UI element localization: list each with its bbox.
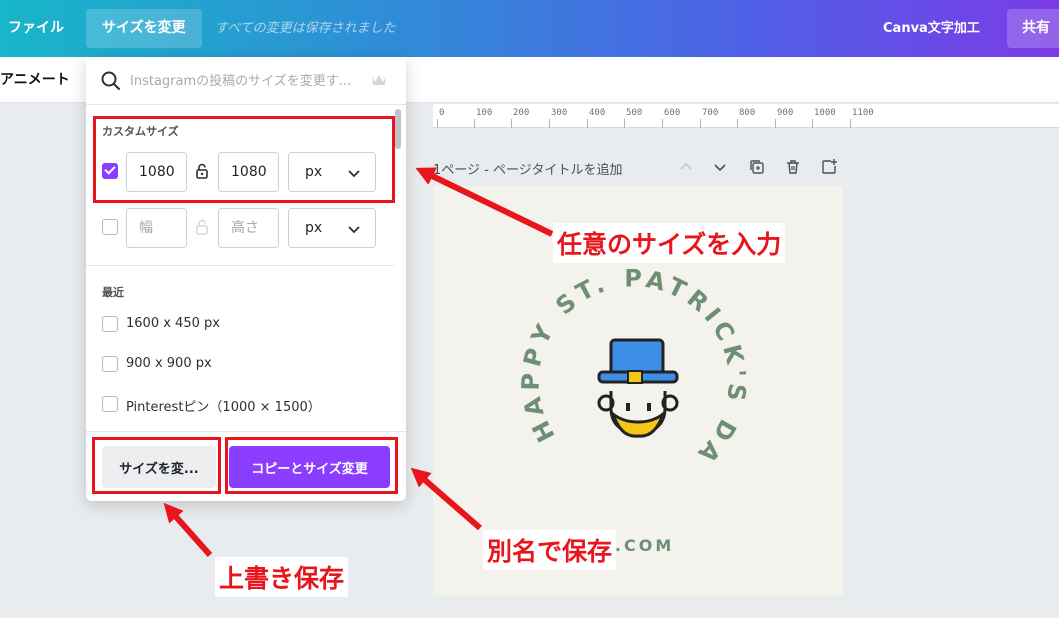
- ruler-tick: 0: [436, 108, 445, 128]
- chevron-down-icon: [348, 226, 360, 234]
- recent-heading: 最近: [102, 286, 124, 299]
- ruler-tick: 200: [510, 108, 530, 128]
- ruler-tick: 1100: [850, 108, 874, 128]
- ruler-tick: 800: [736, 108, 756, 128]
- annotation-box-custom-size: [93, 116, 395, 203]
- blank-height-input[interactable]: [218, 208, 279, 248]
- annotation-box-resize-button: [92, 437, 221, 494]
- chevron-up-icon[interactable]: [676, 157, 696, 177]
- share-button[interactable]: 共有: [1007, 9, 1059, 48]
- leprechaun-icon: [597, 338, 679, 438]
- recent-size-label: Pinterestピン（1000 × 1500）: [126, 400, 321, 415]
- animate-button[interactable]: アニメート: [0, 57, 70, 103]
- ruler-tick: 400: [586, 108, 606, 128]
- callout-save-as: 別名で保存: [483, 530, 617, 570]
- blank-size-checkbox[interactable]: [102, 219, 118, 235]
- ruler-tick: 1000: [812, 108, 836, 128]
- resize-menu-button[interactable]: サイズを変更: [86, 9, 202, 48]
- save-status: すべての変更は保存されました: [215, 21, 396, 36]
- lock-icon: [196, 219, 208, 235]
- search-icon: [101, 71, 120, 90]
- ruler-tick: 900: [774, 108, 794, 128]
- callout-overwrite-save: 上書き保存: [215, 557, 349, 597]
- section-divider: [86, 265, 394, 266]
- blank-unit-select[interactable]: px: [288, 208, 376, 248]
- size-search-input[interactable]: [130, 69, 356, 93]
- annotation-box-copy-button: [225, 437, 398, 494]
- recent-size-checkbox[interactable]: [102, 396, 118, 412]
- page-header: 1ページ - ページタイトルを追加: [433, 157, 845, 179]
- ruler-tick: 700: [699, 108, 719, 128]
- recent-size-label: 900 x 900 px: [126, 356, 212, 371]
- ruler-tick: 300: [548, 108, 568, 128]
- callout-input-size: 任意のサイズを入力: [553, 223, 786, 263]
- blank-width-input[interactable]: [126, 208, 187, 248]
- recent-size-checkbox[interactable]: [102, 316, 118, 332]
- unit-label: px: [305, 220, 323, 236]
- scroll-thumb[interactable]: [395, 109, 401, 149]
- panel-scrollbar[interactable]: [394, 105, 402, 431]
- crown-icon: [372, 75, 386, 85]
- editor-topbar: ファイル サイズを変更 すべての変更は保存されました Canva文字加工 共有: [0, 0, 1059, 57]
- horizontal-ruler: 0 100 200 300 400 500 600 700 800 900 10…: [433, 104, 1059, 128]
- trash-icon[interactable]: [783, 157, 803, 177]
- size-search-bar: [86, 57, 406, 105]
- page-title-label[interactable]: 1ページ - ページタイトルを追加: [433, 159, 622, 178]
- recent-size-item[interactable]: 900 x 900 px: [102, 354, 382, 374]
- duplicate-icon[interactable]: [747, 157, 767, 177]
- blank-size-row: px: [102, 208, 382, 248]
- recent-size-item[interactable]: Pinterestピン（1000 × 1500）: [102, 394, 382, 415]
- file-menu[interactable]: ファイル: [8, 0, 64, 57]
- chevron-down-icon[interactable]: [710, 157, 730, 177]
- recent-size-checkbox[interactable]: [102, 356, 118, 372]
- recent-size-item[interactable]: 1600 x 450 px: [102, 314, 382, 334]
- ruler-tick: 600: [661, 108, 681, 128]
- arrow-to-resize-button: [163, 502, 213, 557]
- add-page-icon[interactable]: [819, 157, 839, 177]
- recent-size-label: 1600 x 450 px: [126, 316, 220, 331]
- ruler-tick: 500: [623, 108, 643, 128]
- document-title[interactable]: Canva文字加工: [883, 0, 980, 57]
- ruler-tick: 100: [473, 108, 493, 128]
